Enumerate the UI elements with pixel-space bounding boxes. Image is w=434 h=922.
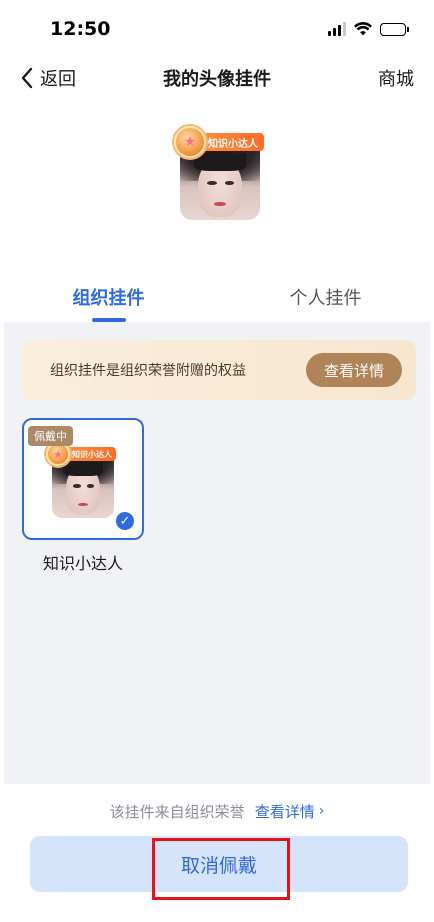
wifi-icon: [354, 22, 372, 36]
pendant-content: 组织挂件是组织荣誉附赠的权益 查看详情 佩戴中 ★ 知识小达人 ✓ 知识小达人: [4, 322, 430, 784]
notice-text: 组织挂件是组织荣誉附赠的权益: [50, 363, 246, 379]
wearing-tag: 佩戴中: [28, 426, 73, 446]
pendant-card[interactable]: 佩戴中 ★ 知识小达人 ✓: [22, 418, 144, 540]
back-button[interactable]: 返回: [20, 65, 76, 91]
tab-personal-pendants[interactable]: 个人挂件: [217, 270, 434, 322]
tab-bar: 组织挂件 个人挂件: [0, 270, 434, 322]
signal-icon: [328, 22, 346, 36]
badge-label: 知识小达人: [64, 447, 116, 461]
chevron-right-icon: ›: [318, 803, 325, 819]
medal-icon: ★: [174, 126, 206, 158]
status-icons: [328, 22, 409, 36]
pendant-name: 知识小达人: [42, 554, 123, 573]
notice-banner: 组织挂件是组织荣誉附赠的权益 查看详情: [22, 340, 416, 400]
cancel-label: 取消佩戴: [180, 854, 257, 877]
tab-org-pendants[interactable]: 组织挂件: [0, 270, 217, 322]
pendant-badge: ★ 知识小达人: [174, 126, 264, 158]
status-time: 12:50: [50, 18, 111, 40]
source-link-label: 查看详情: [254, 802, 315, 821]
tab-label: 个人挂件: [289, 288, 362, 309]
chevron-left-icon: [21, 67, 33, 89]
avatar-preview: ★ 知识小达人: [172, 122, 264, 222]
back-label: 返回: [40, 69, 76, 90]
tab-label: 组织挂件: [72, 288, 145, 309]
view-details-button[interactable]: 查看详情: [305, 353, 402, 387]
badge-label: 知识小达人: [198, 133, 264, 151]
source-text: 该挂件来自组织荣誉: [109, 802, 245, 821]
mall-link[interactable]: 商城: [378, 65, 414, 91]
nav-bar: 返回 我的头像挂件 商城: [0, 58, 434, 98]
checkmark-icon: ✓: [114, 510, 136, 532]
source-details-link[interactable]: 查看详情 ›: [255, 801, 325, 822]
status-bar: 12:50: [0, 0, 434, 58]
battery-icon: [380, 22, 409, 36]
source-line: 该挂件来自组织荣誉 查看详情 ›: [0, 796, 434, 826]
